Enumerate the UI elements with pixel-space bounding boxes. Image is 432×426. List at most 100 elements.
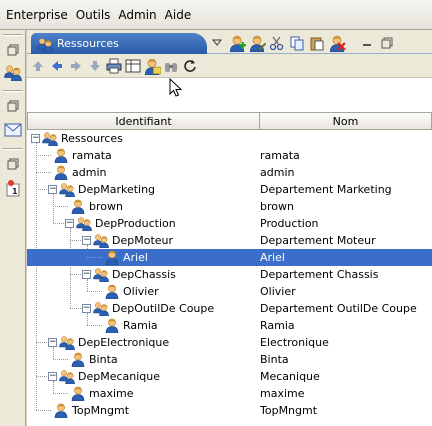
mail-icon[interactable] [3,120,23,140]
restore-window-icon[interactable] [3,96,23,116]
nom-cell: Ramia [260,319,295,332]
resource-tree: − Ressources ramata ramata admin admin − DepMar… [27,130,432,426]
collapse-toggle-icon[interactable]: − [48,185,57,194]
group-icon [59,181,75,197]
identifiant-cell: Binta [89,353,118,366]
resources-icon [37,36,53,52]
binoculars-icon[interactable] [162,56,180,76]
nom-cell: maxime [260,387,305,400]
user-icon [70,351,86,367]
tree-connector [53,359,68,360]
panel-tab-bar: Ressources [27,30,432,54]
column-header-identifiant[interactable]: Identifiant [27,112,260,130]
menu-enterprise[interactable]: Enterprise [6,8,68,22]
arrow-left-icon[interactable] [48,56,66,76]
tree-row[interactable]: − DepMecanique Mecanique [27,368,432,385]
tree-row[interactable]: admin admin [27,164,432,181]
tree-row[interactable]: Binta Binta [27,351,432,368]
table-view-icon[interactable] [124,56,142,76]
identifiant-cell: brown [89,200,123,213]
tree-connector [36,155,51,156]
identifiant-cell: ramata [72,149,112,162]
nom-cell: Olivier [260,285,296,298]
paste-icon[interactable] [307,34,327,52]
user-icon [70,198,86,214]
delete-user-icon[interactable] [327,34,347,52]
tree-row[interactable]: − DepProduction Production [27,215,432,232]
collapse-toggle-icon[interactable]: − [65,219,74,228]
user-icon [104,283,120,299]
svg-text:1: 1 [12,187,18,196]
tree-row[interactable]: brown brown [27,198,432,215]
minimize-icon[interactable] [357,34,377,52]
users-icon[interactable] [3,62,23,82]
group-icon [59,334,75,350]
tree-row[interactable]: Ariel Ariel [27,249,432,266]
dock-separator [3,90,23,92]
collapse-toggle-icon[interactable]: − [82,236,91,245]
resources-panel: Ressources Identifiant Nom − Ressources … [27,30,432,426]
collapse-toggle-icon[interactable]: − [48,338,57,347]
column-header-nom[interactable]: Nom [259,112,432,130]
dropdown-arrow-icon[interactable] [207,34,227,52]
nom-cell: Departement Moteur [260,234,376,247]
nom-cell: Departement Marketing [260,183,392,196]
menu-admin[interactable]: Admin [118,8,156,22]
collapse-toggle-icon[interactable]: − [48,372,57,381]
tree-connector [53,206,68,207]
restore-window-icon[interactable] [3,40,23,60]
tree-connector [36,172,51,173]
add-user-icon[interactable] [227,34,247,52]
tree-row[interactable]: − DepElectronique Electronique [27,334,432,351]
print-icon[interactable] [105,56,123,76]
collapse-toggle-icon[interactable]: − [31,134,40,143]
identifiant-cell: Ariel [123,251,148,264]
copy-icon[interactable] [287,34,307,52]
menu-outils[interactable]: Outils [76,8,111,22]
identifiant-cell: Ramia [123,319,158,332]
tree-connector [87,325,102,326]
tree-row[interactable]: TopMngmt TopMngmt [27,402,432,419]
group-icon [93,266,109,282]
identifiant-cell: DepOutilDe Coupe [112,302,215,315]
tree-connector [87,291,102,292]
collapse-toggle-icon[interactable]: − [82,270,91,279]
tree-connector [87,257,102,258]
table-header: Identifiant Nom [27,112,432,130]
identifiant-cell: DepProduction [95,217,176,230]
tree-row[interactable]: ramata ramata [27,147,432,164]
tree-connector [53,393,68,394]
tree-row[interactable]: − Ressources [27,130,432,147]
menu-bar: Enterprise Outils Admin Aide [0,0,432,30]
collapse-toggle-icon[interactable]: − [82,304,91,313]
identifiant-cell: DepElectronique [78,336,170,349]
tree-row[interactable]: Olivier Olivier [27,283,432,300]
tree-row[interactable]: − DepOutilDe Coupe Departement OutilDe Cou… [27,300,432,317]
identifiant-cell: maxime [89,387,134,400]
restore-window-icon[interactable] [3,154,23,174]
tree-row[interactable]: − DepChassis Departement Chassis [27,266,432,283]
calendar-alert-icon[interactable]: 1 [3,178,23,198]
tree-row[interactable]: − DepMoteur Departement Moteur [27,232,432,249]
tree-row[interactable]: maxime maxime [27,385,432,402]
arrow-right-icon[interactable] [67,56,85,76]
tree-row[interactable]: − DepMarketing Departement Marketing [27,181,432,198]
identifiant-cell: DepMecanique [78,370,161,383]
user-icon [70,385,86,401]
filter-user-icon[interactable] [143,56,161,76]
arrow-down-icon[interactable] [86,56,104,76]
nom-cell: Mecanique [260,370,320,383]
tab-ressources[interactable]: Ressources [31,33,207,54]
edit-user-icon[interactable] [247,34,267,52]
nom-cell: Departement Chassis [260,268,379,281]
identifiant-cell: DepMoteur [112,234,174,247]
refresh-icon[interactable] [181,56,199,76]
nom-cell: Departement OutilDe Coupe [260,302,417,315]
dock-separator [3,148,23,150]
user-icon [53,147,69,163]
cut-icon[interactable] [267,34,287,52]
menu-aide[interactable]: Aide [165,8,192,22]
tree-row[interactable]: Ramia Ramia [27,317,432,334]
arrow-up-icon[interactable] [29,56,47,76]
restore-icon[interactable] [377,34,397,52]
